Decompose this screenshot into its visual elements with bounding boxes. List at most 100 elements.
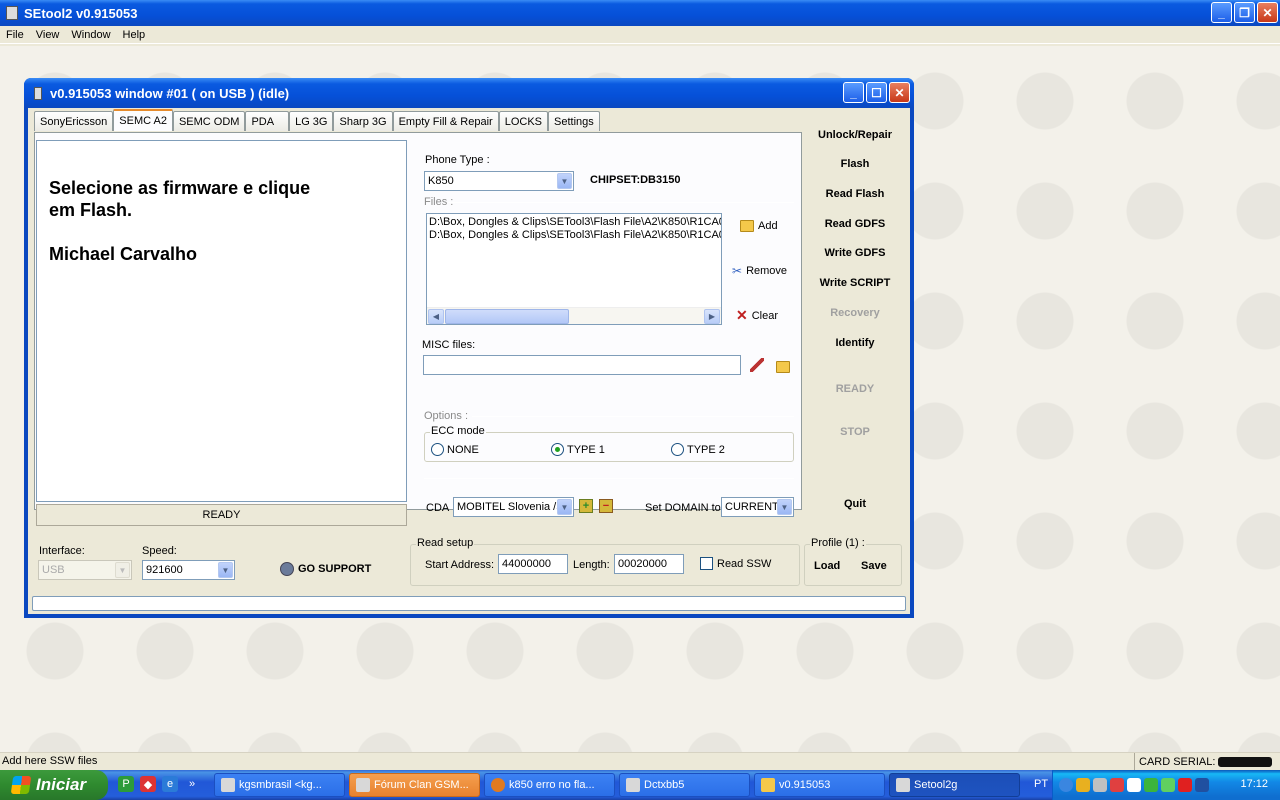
- ecc-type2-radio[interactable]: TYPE 2: [671, 443, 725, 456]
- add-button[interactable]: Add: [740, 220, 778, 232]
- file-row[interactable]: D:\Box, Dongles & Clips\SETool3\Flash Fi…: [427, 216, 721, 229]
- antivirus-icon[interactable]: [1178, 778, 1192, 792]
- internet-explorer-icon[interactable]: e: [162, 776, 178, 792]
- radio-circle: [431, 443, 444, 456]
- scroll-right-icon[interactable]: ▶: [704, 309, 720, 324]
- speed-label: Speed:: [142, 545, 177, 557]
- domain-value: CURRENT: [725, 501, 779, 513]
- tab-sharp-3g[interactable]: Sharp 3G: [333, 111, 393, 131]
- menu-bar: File View Window Help: [0, 26, 1280, 44]
- task-forum[interactable]: Fórum Clan GSM...: [349, 773, 480, 797]
- redacted-serial: [1218, 757, 1273, 767]
- task-setool2g[interactable]: Setool2g: [889, 773, 1020, 797]
- messenger-icon[interactable]: [1161, 778, 1175, 792]
- menu-help[interactable]: Help: [117, 29, 152, 41]
- scroll-thumb[interactable]: [445, 309, 569, 324]
- start-button[interactable]: Iniciar: [0, 770, 108, 800]
- task-kgsmbrasil[interactable]: kgsmbrasil <kg...: [214, 773, 345, 797]
- system-tray: 17:12: [1052, 770, 1280, 800]
- task-k850[interactable]: k850 erro no fla...: [484, 773, 615, 797]
- tab-empty-fill-repair[interactable]: Empty Fill & Repair: [392, 111, 499, 131]
- chevron-right-icon[interactable]: »: [184, 776, 200, 792]
- menu-view[interactable]: View: [30, 29, 66, 41]
- cda-value: MOBITEL Slovenia /S: [457, 501, 564, 513]
- file-row[interactable]: D:\Box, Dongles & Clips\SETool3\Flash Fi…: [427, 229, 721, 242]
- folder-icon: [740, 220, 754, 232]
- divider: [448, 202, 794, 203]
- update-icon[interactable]: [1144, 778, 1158, 792]
- tab-settings[interactable]: Settings: [548, 111, 600, 131]
- read-gdfs-button[interactable]: Read GDFS: [802, 218, 908, 230]
- phone-type-select[interactable]: K850 ▼: [424, 171, 574, 191]
- flash-button[interactable]: Flash: [802, 158, 908, 170]
- files-list[interactable]: D:\Box, Dongles & Clips\SETool3\Flash Fi…: [426, 213, 722, 325]
- close-icon[interactable]: ✕: [1257, 2, 1278, 23]
- project-icon[interactable]: P: [118, 776, 134, 792]
- write-gdfs-button[interactable]: Write GDFS: [802, 247, 908, 259]
- tab-semc-odm[interactable]: SEMC ODM: [172, 111, 246, 131]
- speed-select[interactable]: 921600 ▼: [142, 560, 235, 580]
- tray-back-icon[interactable]: [1059, 778, 1073, 792]
- folder-icon[interactable]: [776, 361, 790, 373]
- remove-cda-icon[interactable]: −: [599, 499, 613, 513]
- divider: [472, 416, 794, 417]
- scroll-left-icon[interactable]: ◀: [428, 309, 444, 324]
- task-label: Setool2g: [914, 779, 958, 791]
- pencil-icon[interactable]: [750, 358, 764, 372]
- calendar-icon[interactable]: [1127, 778, 1141, 792]
- start-address-input[interactable]: 44000000: [498, 554, 568, 574]
- ready-button[interactable]: READY: [802, 383, 908, 395]
- tab-sonyericsson[interactable]: SonyEricsson: [34, 111, 114, 131]
- recovery-button[interactable]: Recovery: [802, 307, 908, 319]
- restore-icon[interactable]: ❐: [1234, 2, 1255, 23]
- cda-label: CDA: [426, 502, 450, 514]
- tab-locks[interactable]: LOCKS: [498, 111, 549, 131]
- tab-pda[interactable]: PDA: [245, 111, 290, 131]
- checkbox-box: [700, 557, 713, 570]
- minimize-icon[interactable]: _: [1211, 2, 1232, 23]
- task-folder[interactable]: v0.915053: [754, 773, 885, 797]
- horizontal-scrollbar[interactable]: ◀ ▶: [427, 307, 721, 324]
- menu-file[interactable]: File: [0, 29, 30, 41]
- load-profile-button[interactable]: Load: [814, 560, 840, 572]
- security-icon[interactable]: [1110, 778, 1124, 792]
- ecc-type1-radio[interactable]: TYPE 1: [551, 443, 605, 456]
- status-hint: Add here SSW files: [2, 755, 98, 767]
- read-ssw-checkbox[interactable]: Read SSW: [700, 557, 771, 570]
- interface-select[interactable]: USB ▼: [38, 560, 132, 580]
- phone-type-value: K850: [428, 175, 454, 187]
- identify-button[interactable]: Identify: [802, 337, 908, 349]
- quit-button[interactable]: Quit: [802, 498, 908, 510]
- misc-files-input[interactable]: [423, 355, 741, 375]
- cda-select[interactable]: MOBITEL Slovenia /S ▼: [453, 497, 574, 517]
- app-icon[interactable]: ◆: [140, 776, 156, 792]
- network-icon[interactable]: [1093, 778, 1107, 792]
- stop-button[interactable]: STOP: [802, 426, 908, 438]
- read-flash-button[interactable]: Read Flash: [802, 188, 908, 200]
- menu-window[interactable]: Window: [65, 29, 116, 41]
- minimize-icon[interactable]: _: [843, 82, 864, 103]
- go-support-button[interactable]: GO SUPPORT: [280, 562, 371, 576]
- task-label: Fórum Clan GSM...: [374, 779, 469, 791]
- task-dctxbb5[interactable]: Dctxbb5: [619, 773, 750, 797]
- remove-button[interactable]: ✂ Remove: [732, 264, 787, 278]
- unlock-repair-button[interactable]: Unlock/Repair: [802, 129, 908, 141]
- clear-button[interactable]: ✕ Clear: [736, 307, 778, 324]
- radio-circle: [671, 443, 684, 456]
- language-indicator[interactable]: PT: [1034, 778, 1048, 790]
- quick-launch: P ◆ e »: [118, 776, 200, 792]
- domain-select[interactable]: CURRENT ▼: [721, 497, 794, 517]
- monitor-icon[interactable]: [1195, 778, 1209, 792]
- start-address-label: Start Address:: [425, 559, 495, 571]
- save-profile-button[interactable]: Save: [861, 560, 887, 572]
- maximize-icon[interactable]: ☐: [866, 82, 887, 103]
- start-label: Iniciar: [36, 775, 87, 794]
- tab-lg-3g[interactable]: LG 3G: [289, 111, 334, 131]
- tab-semc-a2[interactable]: SEMC A2: [113, 109, 173, 131]
- ecc-none-radio[interactable]: NONE: [431, 443, 479, 456]
- write-script-button[interactable]: Write SCRIPT: [802, 277, 908, 289]
- add-cda-icon[interactable]: +: [579, 499, 593, 513]
- shield-icon[interactable]: [1076, 778, 1090, 792]
- close-icon[interactable]: ✕: [889, 82, 910, 103]
- length-input[interactable]: 00020000: [614, 554, 684, 574]
